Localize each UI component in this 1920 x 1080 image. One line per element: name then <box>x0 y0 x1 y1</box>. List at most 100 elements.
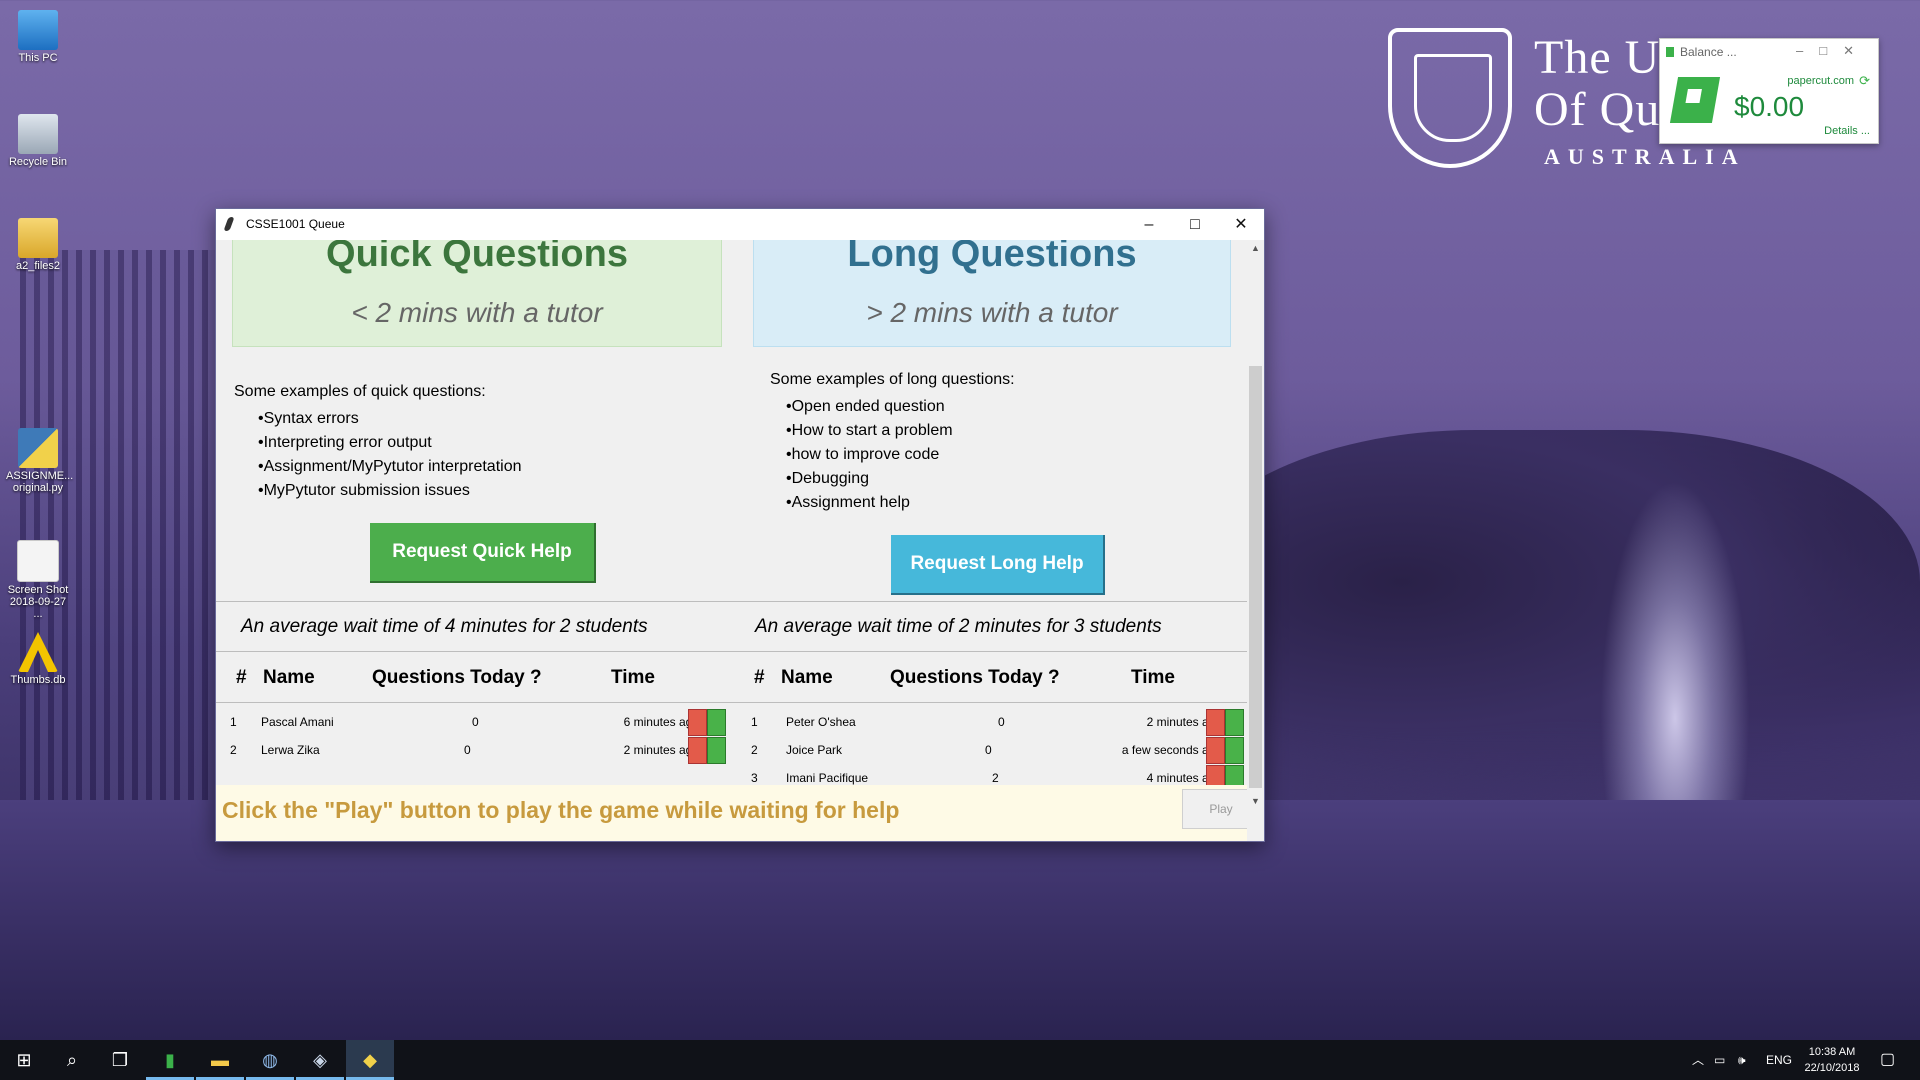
long-col-number: # <box>754 667 765 688</box>
window-titlebar[interactable]: CSSE1001 Queue – □ ✕ <box>216 209 1264 240</box>
refresh-icon[interactable]: ⟳ <box>1859 73 1870 89</box>
remove-student-button[interactable] <box>688 737 707 764</box>
row-name: Lerwa Zika <box>261 743 320 757</box>
row-questions: 0 <box>464 743 471 757</box>
python-taskbar-icon[interactable]: ◆ <box>346 1040 394 1080</box>
quick-col-number: # <box>236 667 247 688</box>
task-view-icon[interactable]: ❐ <box>96 1040 144 1080</box>
row-questions: 0 <box>985 743 992 757</box>
tray-overflow-icon[interactable]: ︿ <box>1692 1040 1704 1080</box>
quick-example-item: •Assignment/MyPytutor interpretation <box>258 458 522 475</box>
accept-student-button[interactable] <box>707 737 726 764</box>
desktop-icon-label: This PC <box>18 52 58 64</box>
windows-taskbar: ⊞ ⌕ ❐ ▮ ▬ ◍ ◈ ◆ ︿ ▭ 🕪 ENG 10:38 AM 22/10… <box>0 1040 1920 1080</box>
row-time: 4 minutes ago <box>1146 771 1222 785</box>
queue-app-window: CSSE1001 Queue – □ ✕ Quick Questions < 2… <box>215 208 1265 842</box>
long-wait-time: An average wait time of 2 minutes for 3 … <box>755 616 1162 637</box>
quick-col-name: Name <box>263 667 315 688</box>
long-example-item: •Assignment help <box>786 494 910 511</box>
quick-questions-title: Quick Questions <box>326 240 628 275</box>
wallpaper-fountain <box>1600 480 1750 820</box>
quick-wait-time: An average wait time of 4 minutes for 2 … <box>241 616 648 637</box>
long-questions-subtitle: > 2 mins with a tutor <box>866 297 1118 328</box>
minimize-button[interactable]: – <box>1126 209 1172 240</box>
papercut-logo-icon <box>1669 77 1721 123</box>
papercut-window-controls[interactable]: –□✕ <box>1796 43 1870 59</box>
long-col-name: Name <box>781 667 833 688</box>
tk-feather-icon <box>223 217 235 231</box>
section-divider <box>216 601 1247 602</box>
row-number: 1 <box>230 715 237 729</box>
desktop-icon-label: a2_files2 <box>15 260 61 272</box>
table-row: 1 Pascal Amani 0 6 minutes ago <box>216 709 726 741</box>
paint-app-icon[interactable]: ◍ <box>246 1040 294 1080</box>
desktop-icon-label: Thumbs.db <box>10 674 66 686</box>
desktop-icon-this-pc[interactable]: This PC <box>6 10 70 64</box>
recycle-bin-icon <box>18 114 58 154</box>
close-button[interactable]: ✕ <box>1218 209 1264 240</box>
row-questions: 0 <box>998 715 1005 729</box>
request-long-help-button[interactable]: Request Long Help <box>891 535 1105 595</box>
papercut-small-icon <box>1666 47 1674 57</box>
taskbar-clock[interactable]: 10:38 AM 22/10/2018 <box>1800 1044 1864 1076</box>
row-time: 6 minutes ago <box>623 715 699 729</box>
uq-logo-line3: AUSTRALIA <box>1544 144 1746 169</box>
notification-icon[interactable]: ▢ <box>1880 1040 1895 1080</box>
accept-student-button[interactable] <box>707 709 726 736</box>
window-content: Quick Questions < 2 mins with a tutor Lo… <box>216 240 1247 841</box>
quick-col-questions: Questions Today ? <box>372 667 542 688</box>
desktop-icon-assignment-py[interactable]: ASSIGNME... original.py <box>6 428 73 494</box>
quick-questions-subtitle: < 2 mins with a tutor <box>351 297 603 328</box>
maximize-button[interactable]: □ <box>1172 209 1218 240</box>
desktop-icon-a2-files[interactable]: a2_files2 <box>6 218 70 272</box>
scrollbar-thumb[interactable] <box>1249 366 1262 788</box>
table-row: 1 Peter O'shea 0 2 minutes ago <box>736 709 1247 741</box>
row-questions: 2 <box>992 771 999 785</box>
search-icon[interactable]: ⌕ <box>48 1040 96 1080</box>
desktop-icon-screenshot[interactable]: Screen Shot 2018-09-27 ... <box>6 540 70 620</box>
long-col-time: Time <box>1131 667 1176 688</box>
quick-example-item: •Interpreting error output <box>258 434 432 451</box>
quick-examples: Some examples of quick questions: •Synta… <box>234 383 522 503</box>
volume-icon[interactable]: 🕪 <box>1738 1040 1746 1080</box>
desktop-icon-recycle-bin[interactable]: Recycle Bin <box>6 114 70 168</box>
long-examples: Some examples of long questions: •Open e… <box>770 371 1015 515</box>
section-divider <box>216 651 1247 652</box>
row-name: Joice Park <box>786 743 843 757</box>
scroll-up-arrow-icon[interactable]: ▲ <box>1247 240 1264 257</box>
remove-student-button[interactable] <box>688 709 707 736</box>
papercut-site-link[interactable]: papercut.com <box>1787 75 1854 87</box>
remove-student-button[interactable] <box>1206 709 1225 736</box>
remove-student-button[interactable] <box>1206 737 1225 764</box>
papercut-balance-amount: $0.00 <box>1734 91 1805 122</box>
row-name: Imani Pacifique <box>786 771 869 785</box>
python-idle-icon[interactable]: ◈ <box>296 1040 344 1080</box>
vertical-scrollbar[interactable]: ▲ ▼ <box>1247 240 1264 810</box>
long-questions-title: Long Questions <box>847 240 1137 275</box>
quick-example-item: •MyPytutor submission issues <box>258 482 470 499</box>
row-name: Peter O'shea <box>786 715 856 729</box>
language-indicator[interactable]: ENG <box>1766 1040 1792 1080</box>
file-explorer-icon[interactable]: ▬ <box>196 1040 244 1080</box>
papercut-details-link[interactable]: Details ... <box>1824 125 1870 137</box>
desktop-icon-label: Screen Shot 2018-09-27 ... <box>7 584 69 620</box>
row-number: 3 <box>751 771 758 785</box>
row-questions: 0 <box>472 715 479 729</box>
quick-examples-heading: Some examples of quick questions: <box>234 383 486 400</box>
uq-crest-icon <box>1388 28 1512 168</box>
request-quick-help-button[interactable]: Request Quick Help <box>370 523 596 583</box>
play-button[interactable]: Play <box>1182 789 1247 829</box>
quick-example-item: •Syntax errors <box>258 410 359 427</box>
accept-student-button[interactable] <box>1225 737 1244 764</box>
long-questions-header: Long Questions > 2 mins with a tutor <box>753 240 1231 347</box>
row-number: 2 <box>751 743 758 757</box>
accept-student-button[interactable] <box>1225 709 1244 736</box>
windows-start-icon[interactable]: ⊞ <box>0 1040 48 1080</box>
network-icon[interactable]: ▭ <box>1714 1040 1725 1080</box>
papercut-title: Balance ... <box>1666 45 1737 59</box>
desktop-icon-label: Recycle Bin <box>8 156 68 168</box>
desktop-icon-thumbs-db[interactable]: Thumbs.db <box>6 632 70 686</box>
papercut-taskbar-icon[interactable]: ▮ <box>146 1040 194 1080</box>
scroll-down-arrow-icon[interactable]: ▼ <box>1247 793 1264 810</box>
table-header-divider <box>216 702 1247 703</box>
